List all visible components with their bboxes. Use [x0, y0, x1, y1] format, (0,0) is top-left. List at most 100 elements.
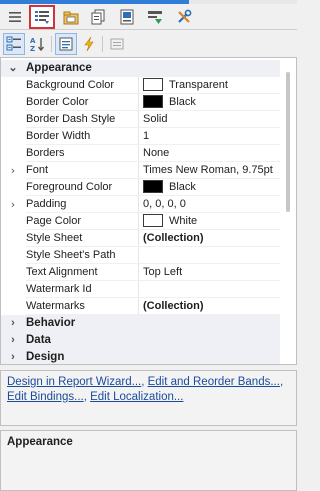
- property-row[interactable]: › Font Times New Roman, 9.75pt: [1, 162, 280, 179]
- property-row[interactable]: Text Alignment Top Left: [1, 264, 280, 281]
- tab-properties[interactable]: [29, 5, 55, 29]
- property-name: Text Alignment: [26, 264, 139, 281]
- chevron-right-icon[interactable]: ›: [7, 332, 19, 349]
- property-value[interactable]: None: [143, 145, 280, 162]
- panel-tab-bar: [0, 4, 297, 30]
- property-value-text: White: [169, 215, 198, 227]
- property-grid-toolbar: AZ: [0, 31, 297, 57]
- tools-icon: [178, 9, 192, 23]
- category-label: Design: [26, 351, 65, 363]
- property-value[interactable]: Black: [143, 179, 280, 196]
- chevron-right-icon[interactable]: ›: [7, 349, 19, 364]
- property-name: Border Color: [26, 94, 139, 111]
- property-value-text: (Collection): [143, 300, 204, 312]
- category-design[interactable]: › Design: [1, 349, 280, 364]
- category-label: Behavior: [26, 317, 76, 329]
- property-row[interactable]: Watermarks (Collection): [1, 298, 280, 315]
- tab-group-sort[interactable]: [142, 5, 168, 29]
- properties-view-button[interactable]: [55, 33, 77, 55]
- scrollbar-thumb[interactable]: [286, 72, 290, 212]
- property-row[interactable]: Page Color White: [1, 213, 280, 230]
- property-name: Border Width: [26, 128, 139, 145]
- property-value-text: Times New Roman, 9.75pt: [143, 164, 273, 176]
- alphabetical-button[interactable]: AZ: [27, 33, 49, 55]
- chevron-right-icon[interactable]: ›: [7, 196, 19, 213]
- property-value[interactable]: Black: [143, 94, 280, 111]
- property-name: Watermarks: [26, 298, 139, 315]
- property-value-text: Black: [169, 96, 196, 108]
- property-row[interactable]: Borders None: [1, 145, 280, 162]
- tab-tools[interactable]: [171, 5, 197, 29]
- property-value-text: Black: [169, 181, 196, 193]
- color-swatch: [143, 180, 163, 193]
- property-value-text: 0, 0, 0, 0: [143, 198, 186, 210]
- property-value[interactable]: Times New Roman, 9.75pt: [143, 162, 280, 179]
- tab-menu[interactable]: [2, 5, 28, 29]
- group-sort-icon: [148, 11, 162, 24]
- edit-localization-link[interactable]: Edit Localization...: [90, 391, 183, 403]
- property-name: Border Dash Style: [26, 111, 139, 128]
- property-name: Style Sheet: [26, 230, 139, 247]
- alphabetical-sort-icon: AZ: [30, 37, 45, 52]
- property-row[interactable]: Watermark Id: [1, 281, 280, 298]
- property-name: Padding: [26, 196, 139, 213]
- category-label: Appearance: [26, 62, 92, 74]
- hamburger-menu-icon: [9, 12, 21, 22]
- property-row[interactable]: › Padding 0, 0, 0, 0: [1, 196, 280, 213]
- property-row[interactable]: Border Width 1: [1, 128, 280, 145]
- property-value[interactable]: (Collection): [143, 298, 280, 315]
- property-name: Borders: [26, 145, 139, 162]
- property-value[interactable]: Solid: [143, 111, 280, 128]
- property-pages-button[interactable]: [106, 33, 128, 55]
- tab-report-gallery[interactable]: [114, 5, 140, 29]
- property-row[interactable]: Foreground Color Black: [1, 179, 280, 196]
- property-row[interactable]: Style Sheet (Collection): [1, 230, 280, 247]
- events-button[interactable]: [78, 33, 100, 55]
- property-value-text: Transparent: [169, 79, 228, 91]
- property-value-text: None: [143, 147, 170, 159]
- category-label: Data: [26, 334, 51, 346]
- categorized-button[interactable]: [3, 33, 25, 55]
- property-value[interactable]: (Collection): [143, 230, 280, 247]
- property-name: Watermark Id: [26, 281, 139, 298]
- category-behavior[interactable]: › Behavior: [1, 315, 280, 332]
- edit-bindings-link[interactable]: Edit Bindings...: [7, 391, 84, 403]
- property-row[interactable]: Background Color Transparent: [1, 77, 280, 94]
- property-value[interactable]: 1: [143, 128, 280, 145]
- property-name: Foreground Color: [26, 179, 139, 196]
- property-grid-icon: [35, 11, 49, 24]
- property-value[interactable]: White: [143, 213, 280, 230]
- property-value[interactable]: Top Left: [143, 264, 280, 281]
- toolbar-separator: [102, 36, 103, 52]
- designer-verbs-panel: Design in Report Wizard..., Edit and Reo…: [0, 370, 297, 426]
- property-row[interactable]: Border Color Black: [1, 94, 280, 111]
- property-value-text: 1: [143, 130, 150, 142]
- category-appearance[interactable]: ⌄ Appearance: [1, 60, 280, 77]
- chevron-right-icon[interactable]: ›: [7, 315, 19, 332]
- property-value[interactable]: 0, 0, 0, 0: [143, 196, 280, 213]
- property-name: Background Color: [26, 77, 139, 94]
- property-name: Style Sheet's Path: [26, 247, 139, 264]
- chevron-right-icon[interactable]: ›: [7, 162, 19, 179]
- verb-separator: ,: [279, 376, 284, 388]
- property-grid: ⌄ Appearance Background Color Transparent…: [0, 57, 297, 365]
- property-value[interactable]: Transparent: [143, 77, 280, 94]
- property-name: Font: [26, 162, 139, 179]
- design-wizard-link[interactable]: Design in Report Wizard...: [7, 376, 141, 388]
- chevron-down-icon[interactable]: ⌄: [7, 60, 19, 77]
- property-row[interactable]: Style Sheet's Path: [1, 247, 280, 264]
- tab-report-explorer[interactable]: [85, 5, 111, 29]
- report-gallery-icon: [120, 9, 134, 25]
- tab-field-list[interactable]: [58, 5, 84, 29]
- category-data[interactable]: › Data: [1, 332, 280, 349]
- svg-text:A: A: [30, 37, 36, 45]
- color-swatch: [143, 214, 163, 227]
- toolbar-separator: [51, 36, 52, 52]
- property-value-text: Top Left: [143, 266, 183, 278]
- property-value-text: (Collection): [143, 232, 204, 244]
- edit-bands-link[interactable]: Edit and Reorder Bands...: [148, 376, 280, 388]
- property-name: Page Color: [26, 213, 139, 230]
- report-explorer-icon: [91, 9, 105, 25]
- events-lightning-icon: [84, 36, 94, 52]
- property-row[interactable]: Border Dash Style Solid: [1, 111, 280, 128]
